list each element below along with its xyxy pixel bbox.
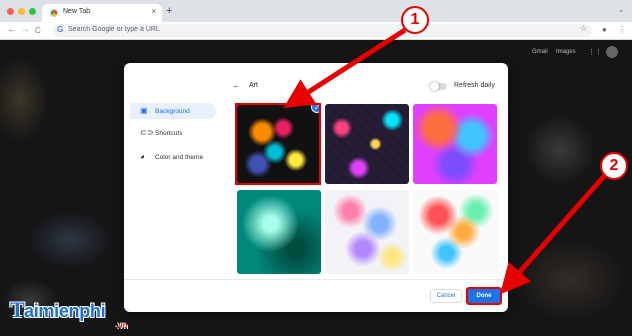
watermark-logo: T aimienphi .vn (4, 293, 184, 333)
brand-initial: T (10, 297, 25, 322)
brand-tld: .vn (116, 321, 128, 330)
arrow-2 (500, 173, 607, 295)
brand-name: aimienphi (24, 301, 106, 321)
screenshot: New Tab × + ⌄ ← → C G Search Google or t… (0, 0, 632, 336)
annotation-arrows (283, 27, 607, 295)
callout-1: 1 (401, 6, 429, 34)
arrow-1 (283, 27, 407, 109)
callout-2: 2 (600, 152, 628, 180)
